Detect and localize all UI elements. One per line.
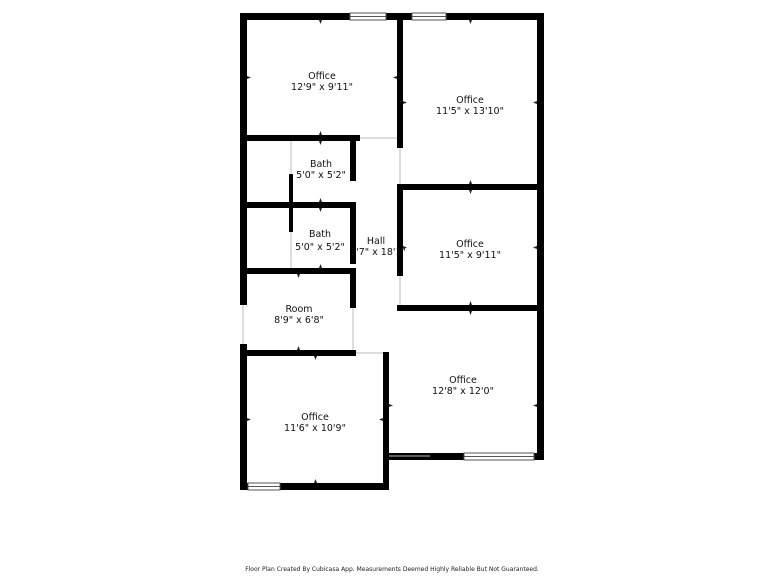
interior-walls <box>240 13 544 460</box>
room-dims: 3'7" x 18'1" <box>350 247 406 258</box>
wall-hall-east-mid <box>397 184 403 276</box>
wall-top <box>240 13 544 20</box>
window-bottom-right <box>463 452 535 461</box>
wall-bath-divider <box>240 202 356 208</box>
wall-bath1-door-stub <box>289 174 293 208</box>
wall-office-nw-south <box>240 135 360 141</box>
room-label-office-nw: Office 12'9" x 9'11" <box>291 71 353 93</box>
wall-office-e-south <box>397 305 544 311</box>
room-label-bath-1: Bath 5'0" x 5'2" <box>296 159 346 181</box>
wall-hall-east-upper <box>397 13 403 148</box>
room-dims: 11'6" x 10'9" <box>284 423 346 434</box>
wall-left-upper <box>240 13 247 305</box>
wall-right <box>537 13 544 460</box>
window-top-2 <box>411 12 447 21</box>
wall-notch <box>383 352 389 490</box>
wall-office-ne-south <box>397 184 544 190</box>
wall-bath2-door-stub <box>289 208 293 232</box>
room-dims: 5'0" x 5'2" <box>295 242 345 253</box>
room-dims: 8'9" x 6'8" <box>274 315 324 326</box>
wall-left-lower <box>240 344 247 490</box>
room-label-office-se: Office 12'8" x 12'0" <box>432 375 494 397</box>
room-name: Hall <box>367 236 385 247</box>
footer-disclaimer: Floor Plan Created By Cubicasa App. Meas… <box>245 566 539 573</box>
room-dims: 11'5" x 9'11" <box>439 250 501 261</box>
window-bottom-left <box>247 482 281 491</box>
room-dims: 12'8" x 12'0" <box>432 386 494 397</box>
room-name: Office <box>308 71 336 82</box>
wall-bath1-east <box>350 141 356 181</box>
window-top-1 <box>349 12 387 21</box>
door-openings <box>242 135 430 457</box>
room-name: Office <box>301 412 329 423</box>
room-label-room: Room 8'9" x 6'8" <box>274 304 324 326</box>
room-name: Bath <box>310 159 332 170</box>
room-label-bath-2: Bath 5'0" x 5'2" <box>295 229 345 253</box>
wall-room-north <box>240 268 356 274</box>
room-label-office-sw: Office 11'6" x 10'9" <box>284 412 346 434</box>
floor-plan: Office 12'9" x 9'11" Office 11'5" x 13'1… <box>240 12 544 491</box>
room-dims: 12'9" x 9'11" <box>291 82 353 93</box>
wall-room-east <box>350 268 356 308</box>
wall-room-south <box>240 350 356 356</box>
room-name: Office <box>456 239 484 250</box>
room-name: Office <box>456 95 484 106</box>
room-name: Room <box>285 304 312 315</box>
room-label-office-e: Office 11'5" x 9'11" <box>439 239 501 261</box>
room-dims: 5'0" x 5'2" <box>296 170 346 181</box>
room-name: Office <box>449 375 477 386</box>
room-name: Bath <box>309 229 331 240</box>
room-label-office-ne: Office 11'5" x 13'10" <box>436 95 504 117</box>
wall-office-se-bottom-stub <box>430 453 464 460</box>
room-dims: 11'5" x 13'10" <box>436 106 504 117</box>
